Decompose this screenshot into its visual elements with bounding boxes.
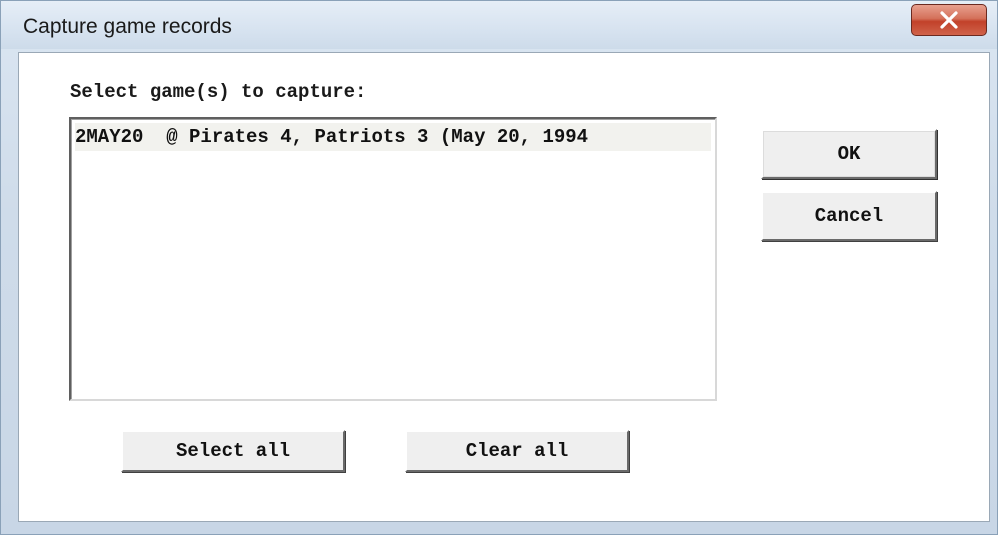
close-x-icon xyxy=(940,11,958,29)
list-item[interactable]: 2MAY20 @ Pirates 4, Patriots 3 (May 20, … xyxy=(75,123,711,151)
title-bar[interactable]: Capture game records xyxy=(1,1,997,49)
select-all-button[interactable]: Select all xyxy=(121,430,345,472)
window-title: Capture game records xyxy=(23,15,232,38)
cancel-button[interactable]: Cancel xyxy=(761,191,937,241)
clear-all-button[interactable]: Clear all xyxy=(405,430,629,472)
games-listbox[interactable]: 2MAY20 @ Pirates 4, Patriots 3 (May 20, … xyxy=(69,117,717,401)
dialog-window: Capture game records Select game(s) to c… xyxy=(0,0,998,535)
ok-button[interactable]: OK xyxy=(761,129,937,179)
dialog-client-area: Select game(s) to capture: 2MAY20 @ Pira… xyxy=(18,52,990,522)
close-button[interactable] xyxy=(911,4,987,36)
select-games-label: Select game(s) to capture: xyxy=(70,81,367,103)
